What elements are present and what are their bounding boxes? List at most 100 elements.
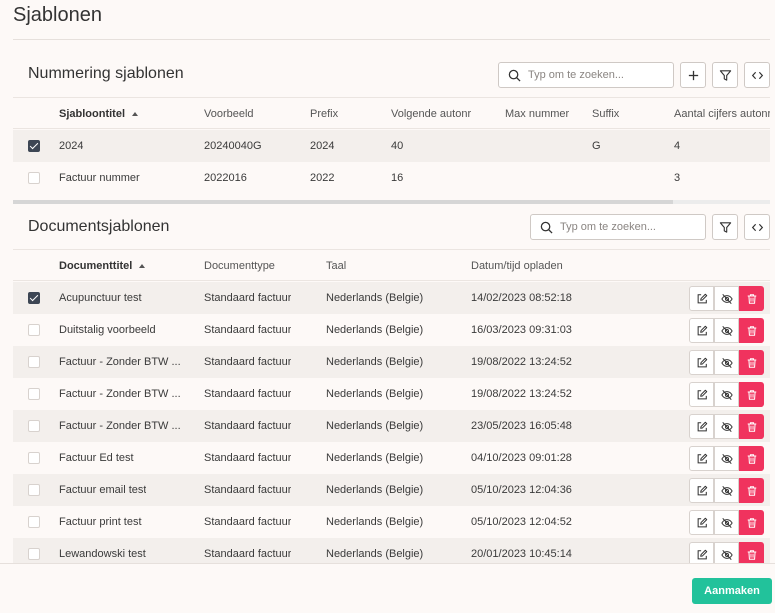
table-cell: Standaard factuur — [204, 548, 292, 560]
row-checkbox[interactable] — [28, 516, 40, 528]
edit-button[interactable] — [689, 382, 714, 407]
documents-code-button[interactable] — [744, 214, 770, 240]
edit-icon — [697, 453, 707, 463]
table-cell: Nederlands (Belgie) — [326, 388, 424, 400]
column-header-aantal-cijfers[interactable]: Aantal cijfers autonr — [674, 98, 770, 130]
row-checkbox[interactable] — [28, 356, 40, 368]
search-icon — [540, 221, 553, 234]
trash-icon — [747, 293, 756, 304]
create-button[interactable]: Aanmaken — [692, 578, 772, 604]
table-cell: Standaard factuur — [204, 516, 292, 528]
numbering-filter-button[interactable] — [712, 62, 738, 88]
edit-icon — [697, 485, 707, 495]
numbering-search-box[interactable] — [498, 62, 674, 88]
hide-button[interactable] — [714, 318, 739, 343]
delete-button[interactable] — [739, 446, 764, 471]
plus-icon — [688, 70, 698, 80]
eye-off-icon — [720, 517, 733, 528]
delete-button[interactable] — [739, 478, 764, 503]
delete-button[interactable] — [739, 286, 764, 311]
row-checkbox[interactable] — [28, 548, 40, 560]
row-checkbox[interactable] — [28, 484, 40, 496]
edit-button[interactable] — [689, 414, 714, 439]
edit-button[interactable] — [689, 510, 714, 535]
column-header-datum-tijd[interactable]: Datum/tijd opladen — [471, 250, 563, 282]
eye-off-icon — [720, 453, 733, 464]
edit-icon — [697, 325, 707, 335]
column-header-documenttitel[interactable]: Documenttitel — [59, 250, 146, 282]
table-cell: 05/10/2023 12:04:36 — [471, 484, 572, 496]
column-header-voorbeeld[interactable]: Voorbeeld — [204, 98, 254, 130]
edit-button[interactable] — [689, 318, 714, 343]
hide-button[interactable] — [714, 414, 739, 439]
row-checkbox[interactable] — [28, 388, 40, 400]
hide-button[interactable] — [714, 286, 739, 311]
hide-button[interactable] — [714, 350, 739, 375]
hide-button[interactable] — [714, 382, 739, 407]
table-row[interactable]: Duitstalig voorbeeld Standaard factuur Ned… — [13, 314, 770, 346]
table-row[interactable]: Factuur email test Standaard factuur Neder… — [13, 474, 770, 506]
numbering-section-title: Nummering sjablonen — [28, 65, 184, 82]
row-checkbox[interactable] — [28, 324, 40, 336]
table-cell: Nederlands (Belgie) — [326, 548, 424, 560]
edit-icon — [697, 293, 707, 303]
documents-search-box[interactable] — [530, 214, 706, 240]
table-row[interactable]: Factuur print test Standaard factuur Neder… — [13, 506, 770, 538]
edit-button[interactable] — [689, 542, 714, 563]
trash-icon — [747, 453, 756, 464]
row-checkbox[interactable] — [28, 292, 40, 304]
row-checkbox[interactable] — [28, 420, 40, 432]
hide-button[interactable] — [714, 510, 739, 535]
documents-filter-button[interactable] — [712, 214, 738, 240]
hide-button[interactable] — [714, 446, 739, 471]
table-cell: Factuur print test — [59, 516, 142, 528]
table-row[interactable]: Factuur Ed test Standaard factuur Nederlan… — [13, 442, 770, 474]
table-row[interactable]: Factuur - Zonder BTW ... Standaard factuu… — [13, 378, 770, 410]
column-header-volgende-autonr[interactable]: Volgende autonr — [391, 98, 471, 130]
hide-button[interactable] — [714, 542, 739, 563]
scrollbar-thumb[interactable] — [13, 200, 673, 204]
column-header-suffix[interactable]: Suffix — [592, 98, 619, 130]
delete-button[interactable] — [739, 350, 764, 375]
eye-off-icon — [720, 357, 733, 368]
table-row[interactable]: Acupunctuur test Standaard factuur Nederla… — [13, 282, 770, 314]
delete-button[interactable] — [739, 542, 764, 563]
table-cell: 23/05/2023 16:05:48 — [471, 420, 572, 432]
edit-button[interactable] — [689, 478, 714, 503]
table-row[interactable]: Factuur - Zonder BTW ... Standaard factuu… — [13, 410, 770, 442]
edit-icon — [697, 549, 707, 559]
column-header-documenttype[interactable]: Documenttype — [204, 250, 275, 282]
table-cell: Factuur nummer — [59, 172, 140, 184]
sort-asc-icon — [132, 112, 138, 116]
row-checkbox[interactable] — [28, 172, 40, 184]
edit-button[interactable] — [689, 286, 714, 311]
trash-icon — [747, 421, 756, 432]
delete-button[interactable] — [739, 510, 764, 535]
table-row[interactable]: 2024 20240040G 2024 40 G 4 — [13, 130, 770, 162]
table-cell: 19/08/2022 13:24:52 — [471, 388, 572, 400]
table-row[interactable]: Factuur - Zonder BTW ... Standaard factuu… — [13, 346, 770, 378]
table-cell: Nederlands (Belgie) — [326, 356, 424, 368]
numbering-search-input[interactable] — [528, 69, 668, 81]
column-header-taal[interactable]: Taal — [326, 250, 346, 282]
delete-button[interactable] — [739, 318, 764, 343]
table-row[interactable]: Lewandowski test Standaard factuur Nederla… — [13, 538, 770, 563]
table-cell: 20240040G — [204, 140, 262, 152]
edit-button[interactable] — [689, 350, 714, 375]
horizontal-scrollbar[interactable] — [13, 200, 770, 204]
column-header-max-nummer[interactable]: Max nummer — [505, 98, 569, 130]
column-header-sjabloontitel[interactable]: Sjabloontitel — [59, 98, 138, 130]
delete-button[interactable] — [739, 382, 764, 407]
row-checkbox[interactable] — [28, 452, 40, 464]
table-cell: Nederlands (Belgie) — [326, 484, 424, 496]
documents-search-input[interactable] — [560, 221, 700, 233]
edit-button[interactable] — [689, 446, 714, 471]
delete-button[interactable] — [739, 414, 764, 439]
add-button[interactable] — [680, 62, 706, 88]
column-header-prefix[interactable]: Prefix — [310, 98, 338, 130]
numbering-code-button[interactable] — [744, 62, 770, 88]
table-cell: Acupunctuur test — [59, 292, 142, 304]
hide-button[interactable] — [714, 478, 739, 503]
row-checkbox[interactable] — [28, 140, 40, 152]
table-row[interactable]: Factuur nummer 2022016 2022 16 3 — [13, 162, 770, 194]
